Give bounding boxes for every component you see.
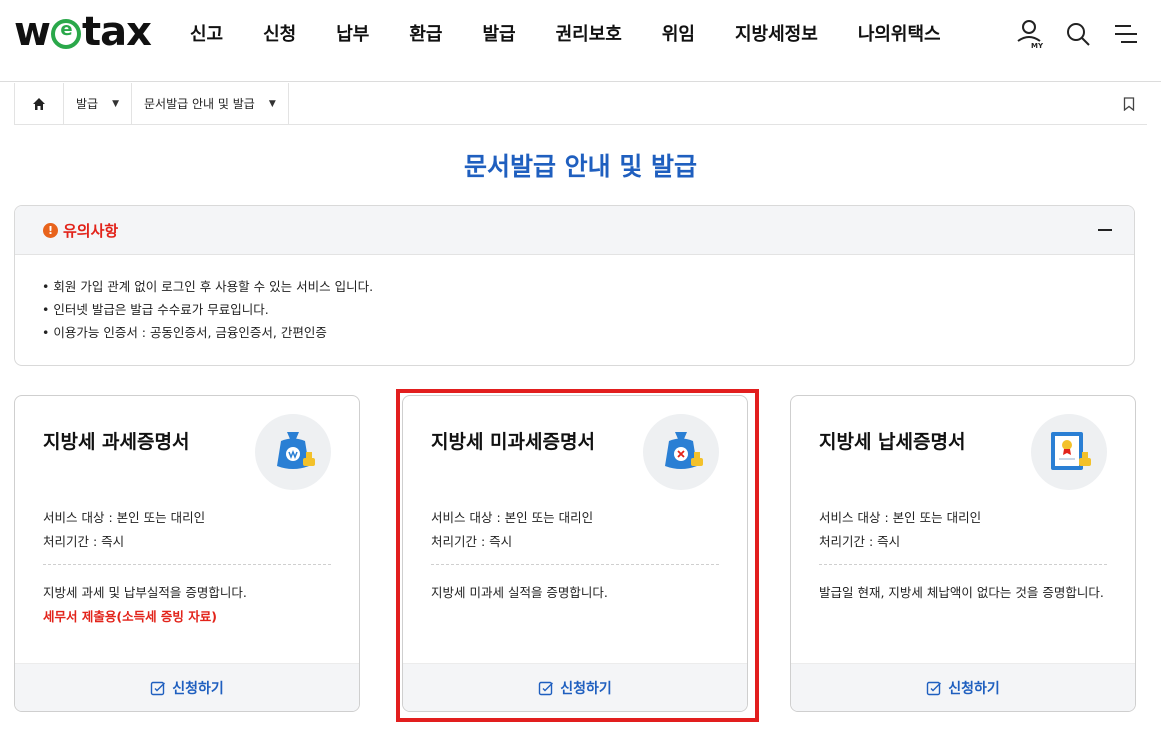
notice-panel: ! 유의사항 • 회원 가입 관계 없이 로그인 후 사용할 수 있는 서비스 …: [14, 205, 1135, 366]
search-icon[interactable]: [1063, 18, 1093, 50]
card-info: 서비스 대상 : 본인 또는 대리인 처리기간 : 즉시: [819, 506, 981, 554]
breadcrumb-issue-label: 발급: [76, 97, 99, 111]
tax-bag-x-icon: [643, 414, 719, 490]
processing-period: 처리기간 : 즉시: [819, 534, 901, 549]
breadcrumb-doc-issue-label: 문서발급 안내 및 발급: [144, 97, 255, 111]
main-nav: 신고 신청 납부 환급 발급 권리보호 위임 지방세정보 나의위택스: [190, 22, 981, 48]
card-info: 서비스 대상 : 본인 또는 대리인 처리기간 : 즉시: [431, 506, 593, 554]
card-description: 발급일 현재, 지방세 체납액이 없다는 것을 증명합니다.: [819, 585, 1104, 600]
site-header: w e tax 신고 신청 납부 환급 발급 권리보호 위임 지방세정보 나의위…: [0, 0, 1161, 82]
service-target: 서비스 대상 : 본인 또는 대리인: [819, 510, 982, 525]
card-tax-payment-certificate: 지방세 납세증명서 서비스 대상 : 본인 또는 대리인 처리기간 : 즉시 발…: [790, 395, 1136, 712]
logo-text-tax: tax: [81, 9, 152, 55]
notice-line: • 이용가능 인증서 : 공동인증서, 금융인증서, 간편인증: [42, 325, 327, 340]
apply-button[interactable]: 신청하기: [791, 663, 1135, 711]
nav-rights[interactable]: 권리보호: [556, 22, 622, 48]
service-target: 서비스 대상 : 본인 또는 대리인: [431, 510, 594, 525]
nav-delegate[interactable]: 위임: [662, 22, 695, 48]
card-title: 지방세 미과세증명서: [431, 431, 595, 453]
nav-apply[interactable]: 신청: [263, 22, 296, 48]
notice-header[interactable]: ! 유의사항: [15, 206, 1134, 255]
logo-e-mark: e: [50, 19, 81, 49]
apply-label: 신청하기: [948, 680, 1000, 697]
notice-title: 유의사항: [63, 221, 119, 240]
home-icon[interactable]: [14, 83, 64, 124]
edit-icon: [151, 681, 166, 695]
caret-down-icon: ▼: [268, 98, 276, 109]
card-non-tax-certificate: 지방세 미과세증명서 서비스 대상 : 본인 또는 대리인 처리기간 : 즉시 …: [402, 395, 748, 712]
notice-body: • 회원 가입 관계 없이 로그인 후 사용할 수 있는 서비스 입니다. • …: [15, 255, 1134, 344]
certificate-icon: [1031, 414, 1107, 490]
card-title: 지방세 납세증명서: [819, 431, 966, 453]
breadcrumb-doc-issue[interactable]: 문서발급 안내 및 발급 ▼: [132, 83, 289, 124]
edit-icon: [539, 681, 554, 695]
tax-bag-won-icon: [255, 414, 331, 490]
card-description: 지방세 과세 및 납부실적을 증명합니다.: [43, 585, 247, 600]
apply-button[interactable]: 신청하기: [15, 663, 359, 711]
nav-issue[interactable]: 발급: [483, 22, 516, 48]
divider: [819, 564, 1107, 565]
processing-period: 처리기간 : 즉시: [43, 534, 125, 549]
processing-period: 처리기간 : 즉시: [431, 534, 513, 549]
wetax-logo[interactable]: w e tax: [14, 9, 152, 55]
bookmark-icon[interactable]: [1111, 83, 1147, 124]
breadcrumb-issue[interactable]: 발급 ▼: [64, 83, 133, 124]
logo-text-w: w: [14, 9, 51, 55]
service-target: 서비스 대상 : 본인 또는 대리인: [43, 510, 206, 525]
breadcrumb: 발급 ▼ 문서발급 안내 및 발급 ▼: [14, 83, 1147, 125]
notice-line: • 회원 가입 관계 없이 로그인 후 사용할 수 있는 서비스 입니다.: [42, 279, 374, 294]
menu-icon[interactable]: [1111, 18, 1141, 50]
apply-button[interactable]: 신청하기: [403, 663, 747, 711]
nav-pay[interactable]: 납부: [336, 22, 369, 48]
card-tax-certificate: 지방세 과세증명서 서비스 대상 : 본인 또는 대리인 처리기간 : 즉시 지…: [14, 395, 360, 712]
card-note: 세무서 제출용(소득세 증빙 자료): [43, 609, 217, 624]
svg-text:MY: MY: [1031, 42, 1044, 50]
card-description: 지방세 미과세 실적을 증명합니다.: [431, 585, 608, 600]
collapse-icon[interactable]: [1098, 229, 1112, 231]
notice-line: • 인터넷 발급은 발급 수수료가 무료입니다.: [42, 302, 269, 317]
my-user-icon[interactable]: MY: [1015, 18, 1045, 50]
nav-refund[interactable]: 환급: [409, 22, 442, 48]
apply-label: 신청하기: [560, 680, 612, 697]
nav-report[interactable]: 신고: [190, 22, 223, 48]
caret-down-icon: ▼: [112, 98, 120, 109]
divider: [431, 564, 719, 565]
header-icons: MY: [1015, 18, 1141, 50]
nav-local-tax-info[interactable]: 지방세정보: [735, 22, 818, 48]
page-title: 문서발급 안내 및 발급: [463, 152, 698, 181]
apply-label: 신청하기: [172, 680, 224, 697]
card-title: 지방세 과세증명서: [43, 431, 190, 453]
warning-icon: !: [43, 222, 58, 238]
card-info: 서비스 대상 : 본인 또는 대리인 처리기간 : 즉시: [43, 506, 205, 554]
nav-my-wetax[interactable]: 나의위택스: [858, 22, 941, 48]
edit-icon: [927, 681, 942, 695]
divider: [43, 564, 331, 565]
